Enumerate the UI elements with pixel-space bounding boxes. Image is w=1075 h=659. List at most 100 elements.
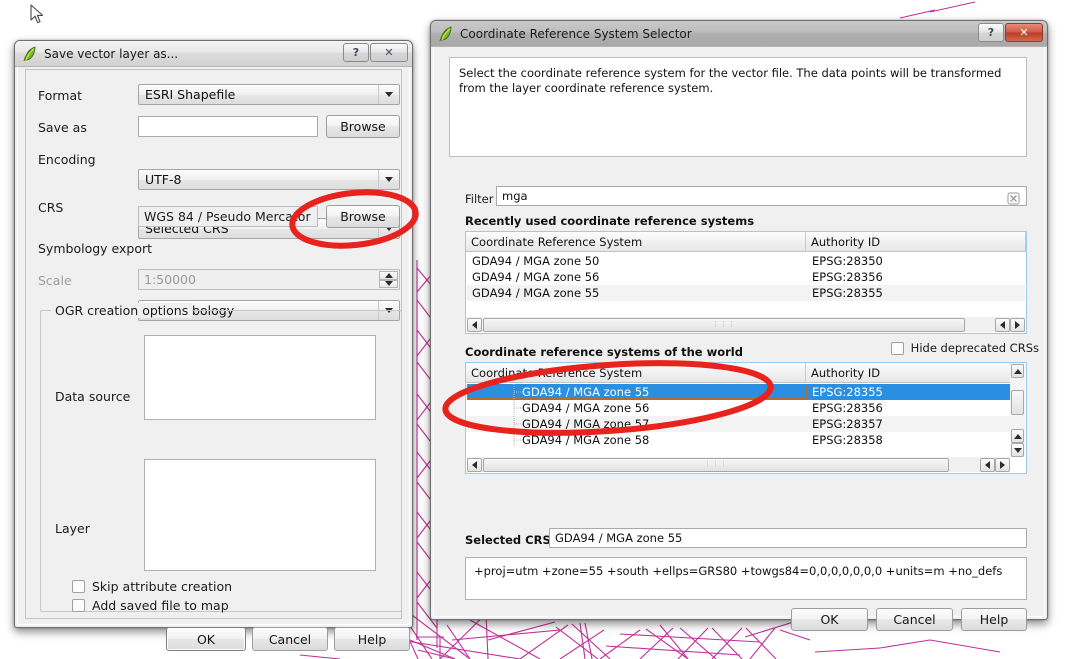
- scale-step-down[interactable]: [379, 279, 398, 288]
- help-button[interactable]: ?: [343, 43, 369, 62]
- save-as-input[interactable]: [138, 116, 318, 137]
- scale-value: 1:50000: [144, 272, 196, 287]
- crs-dialog-body: Select the coordinate reference system f…: [439, 49, 1039, 631]
- scale-label: Scale: [38, 273, 72, 288]
- scale-spinbox[interactable]: 1:50000: [138, 269, 400, 290]
- vscroll-track-top[interactable]: [1011, 378, 1024, 390]
- cell-authority: EPSG:28355: [812, 385, 883, 399]
- close-button[interactable]: ✕: [1005, 23, 1043, 42]
- scroll-right-icon[interactable]: [995, 457, 1010, 472]
- hscroll-track[interactable]: ⋮⋮⋮: [483, 317, 994, 332]
- qgis-leaf-icon: [438, 25, 454, 42]
- save-help-button[interactable]: Help: [334, 627, 410, 651]
- chevron-down-icon[interactable]: [378, 85, 399, 104]
- scale-step-up[interactable]: [379, 271, 398, 280]
- crs-selector-dialog: Coordinate Reference System Selector ? ✕…: [430, 20, 1048, 631]
- recent-table-header: Coordinate Reference System Authority ID: [466, 232, 1026, 252]
- proj-string-box[interactable]: +proj=utm +zone=55 +south +ellps=GRS80 +…: [465, 557, 1027, 600]
- save-dialog-title: Save vector layer as...: [44, 46, 179, 61]
- hscroll-thumb[interactable]: ⋮⋮⋮: [483, 317, 965, 332]
- checkbox-box[interactable]: [890, 341, 904, 355]
- scroll-left-icon[interactable]: [467, 317, 482, 332]
- scroll-down-icon[interactable]: [1011, 443, 1024, 457]
- world-table-header: Coordinate Reference System Authority ID: [466, 363, 1011, 383]
- grip-dots: ⋮⋮⋮: [704, 460, 728, 468]
- table-row[interactable]: GDA94 / MGA zone 57 EPSG:28357: [467, 416, 1010, 432]
- hide-deprecated-crs-checkbox[interactable]: Hide deprecated CRSs: [890, 341, 1039, 355]
- crs-value-input[interactable]: WGS 84 / Pseudo Mercator: [138, 206, 318, 227]
- checkbox-box[interactable]: [72, 580, 85, 593]
- scale-stepper[interactable]: [379, 271, 398, 288]
- world-col-authority[interactable]: Authority ID: [806, 363, 1011, 383]
- recent-table-hscrollbar[interactable]: ⋮⋮⋮: [467, 317, 1025, 332]
- encoding-combo[interactable]: UTF-8: [138, 169, 400, 190]
- recent-col-authority[interactable]: Authority ID: [806, 232, 1026, 252]
- scroll-up-icon[interactable]: [1011, 364, 1024, 378]
- cell-crs: GDA94 / MGA zone 58: [522, 433, 650, 447]
- selected-crs-input[interactable]: GDA94 / MGA zone 55: [549, 528, 1027, 548]
- hide-deprecated-label: Hide deprecated CRSs: [910, 341, 1039, 355]
- filter-input[interactable]: mga: [496, 186, 1027, 206]
- table-row[interactable]: GDA94 / MGA zone 55 EPSG:28355: [467, 384, 1010, 400]
- world-col-crs[interactable]: Coordinate Reference System: [466, 363, 806, 383]
- world-crs-table[interactable]: Coordinate Reference System Authority ID…: [465, 362, 1027, 474]
- format-combo[interactable]: ESRI Shapefile: [138, 84, 400, 105]
- add-saved-file-to-map-checkbox[interactable]: Add saved file to map: [72, 598, 229, 613]
- crs-ok-button[interactable]: OK: [791, 608, 868, 631]
- crs-dialog-titlebar[interactable]: Coordinate Reference System Selector ? ✕: [431, 21, 1047, 47]
- scroll-left-step-icon[interactable]: [980, 457, 995, 472]
- grip-dots: ⋮⋮⋮: [712, 320, 736, 328]
- cell-crs: GDA94 / MGA zone 56: [472, 270, 600, 284]
- save-ok-button[interactable]: OK: [166, 627, 246, 651]
- skip-attribute-creation-checkbox[interactable]: Skip attribute creation: [72, 579, 232, 594]
- hscroll-thumb[interactable]: ⋮⋮⋮: [483, 457, 949, 472]
- layer-label: Layer: [55, 521, 90, 536]
- checkbox-box[interactable]: [72, 599, 85, 612]
- recent-crs-table[interactable]: Coordinate Reference System Authority ID…: [465, 231, 1027, 334]
- filter-label: Filter: [465, 192, 494, 206]
- crs-description: Select the coordinate reference system f…: [449, 57, 1027, 157]
- layer-textarea[interactable]: [144, 459, 376, 571]
- cell-crs: GDA94 / MGA zone 50: [472, 254, 600, 268]
- close-button[interactable]: ✕: [370, 43, 408, 62]
- save-cancel-button[interactable]: Cancel: [252, 627, 328, 651]
- world-table-vscrollbar[interactable]: [1010, 364, 1025, 457]
- symbology-export-label: Symbology export: [38, 241, 153, 256]
- table-row[interactable]: GDA94 / MGA zone 58 EPSG:28358: [467, 432, 1010, 448]
- save-dialog-body: Format ESRI Shapefile Save as Browse Enc…: [25, 69, 410, 651]
- scroll-up-step-icon[interactable]: [1011, 429, 1024, 443]
- data-source-textarea[interactable]: [144, 335, 376, 420]
- table-row[interactable]: GDA94 / MGA zone 56 EPSG:28356: [467, 400, 1010, 416]
- save-as-browse-button[interactable]: Browse: [326, 115, 400, 138]
- scroll-left-icon[interactable]: [467, 457, 482, 472]
- filter-value: mga: [502, 189, 528, 203]
- cell-authority: EPSG:28356: [812, 401, 883, 415]
- hscroll-track[interactable]: ⋮⋮⋮: [483, 457, 979, 472]
- save-dialog-titlebar[interactable]: Save vector layer as... ? ✕: [15, 41, 412, 67]
- crs-dialog-window-buttons: ? ✕: [977, 23, 1043, 42]
- format-value: ESRI Shapefile: [145, 87, 236, 102]
- crs-help-button[interactable]: Help: [961, 608, 1027, 631]
- crs-value: WGS 84 / Pseudo Mercator: [144, 209, 311, 224]
- recent-section-title: Recently used coordinate reference syste…: [465, 214, 755, 228]
- vscroll-thumb[interactable]: [1011, 390, 1024, 415]
- chevron-down-icon[interactable]: [378, 170, 399, 189]
- scroll-left-step-icon[interactable]: [995, 317, 1010, 332]
- save-as-label: Save as: [38, 120, 87, 135]
- help-button[interactable]: ?: [978, 23, 1004, 42]
- crs-cancel-button[interactable]: Cancel: [876, 608, 953, 631]
- recent-col-crs[interactable]: Coordinate Reference System: [466, 232, 806, 252]
- crs-label: CRS: [38, 200, 64, 215]
- cell-authority: EPSG:28358: [812, 433, 883, 447]
- selected-crs-label: Selected CRS:: [465, 533, 556, 547]
- crs-browse-button[interactable]: Browse: [326, 205, 400, 228]
- screen: Save vector layer as... ? ✕ Format ESRI …: [0, 0, 1075, 659]
- table-row[interactable]: GDA94 / MGA zone 56 EPSG:28356: [467, 269, 1025, 285]
- qgis-leaf-icon: [22, 45, 38, 62]
- world-table-hscrollbar[interactable]: ⋮⋮⋮: [467, 457, 1010, 472]
- table-row[interactable]: GDA94 / MGA zone 55 EPSG:28355: [467, 285, 1025, 301]
- scroll-right-icon[interactable]: [1010, 317, 1025, 332]
- cell-authority: EPSG:28357: [812, 417, 883, 431]
- clear-icon[interactable]: [1007, 190, 1020, 209]
- table-row[interactable]: GDA94 / MGA zone 50 EPSG:28350: [467, 253, 1025, 269]
